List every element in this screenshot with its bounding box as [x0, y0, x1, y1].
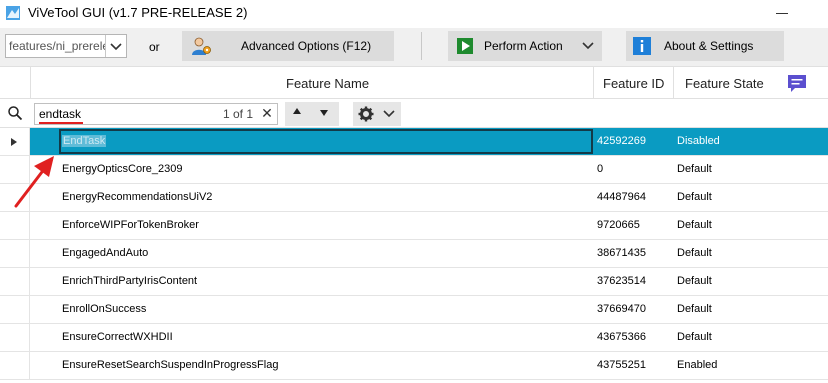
feature-id-cell[interactable]: 0 — [597, 163, 603, 175]
feature-state-cell[interactable]: Default — [677, 191, 712, 203]
search-next-button[interactable] — [320, 110, 328, 116]
feature-state-cell[interactable]: Default — [677, 247, 712, 259]
feature-name-cell[interactable]: EnergyRecommendationsUiV2 — [62, 191, 212, 203]
column-feature-id[interactable]: Feature ID — [603, 76, 664, 91]
row-header[interactable] — [0, 212, 30, 239]
chevron-down-icon[interactable] — [581, 40, 595, 52]
table-row[interactable]: EnergyOpticsCore_2309 0 Default — [0, 156, 828, 184]
feature-state-cell[interactable]: Default — [677, 163, 712, 175]
perform-action-button[interactable]: Perform Action — [448, 31, 602, 61]
feature-source-combo[interactable]: features/ni_prerele — [5, 34, 127, 58]
feature-state-cell[interactable]: Default — [677, 331, 712, 343]
annotation-underline — [39, 122, 83, 124]
or-label: or — [149, 40, 160, 54]
table-row[interactable]: EnergyRecommendationsUiV2 44487964 Default — [0, 184, 828, 212]
search-clear-button[interactable]: ✕ — [259, 105, 275, 122]
play-icon — [457, 38, 473, 54]
title-bar: ViVeTool GUI (v1.7 PRE-RELEASE 2) — [0, 0, 828, 28]
feature-name-cell[interactable]: EnforceWIPForTokenBroker — [62, 219, 199, 231]
feature-name-cell[interactable]: EnrichThirdPartyIrisContent — [62, 275, 197, 287]
search-result-count: 1 of 1 — [223, 107, 254, 121]
active-cell-outline — [59, 129, 593, 154]
advanced-options-label: Advanced Options (F12) — [241, 39, 372, 53]
search-row: endtask 1 of 1 ✕ — [0, 99, 828, 128]
vivetool-app-icon — [6, 6, 20, 20]
comment-icon[interactable] — [787, 74, 807, 94]
feature-source-dropdown-button[interactable] — [105, 35, 126, 57]
table-row[interactable]: EnsureResetSearchSuspendInProgressFlag 43… — [0, 352, 828, 380]
feature-id-cell[interactable]: 43755251 — [597, 359, 646, 371]
search-nav-buttons — [285, 102, 339, 126]
feature-state-cell[interactable]: Default — [677, 219, 712, 231]
row-header[interactable] — [0, 240, 30, 267]
user-gear-icon — [192, 37, 211, 55]
row-header[interactable] — [0, 268, 30, 295]
perform-action-label: Perform Action — [484, 39, 563, 53]
feature-name-cell[interactable]: EnsureResetSearchSuspendInProgressFlag — [62, 359, 278, 371]
table-row[interactable]: EnrollOnSuccess 37669470 Default — [0, 296, 828, 324]
chevron-down-icon — [110, 43, 122, 51]
row-header[interactable] — [0, 324, 30, 351]
feature-state-cell[interactable]: Disabled — [677, 135, 720, 147]
feature-id-cell[interactable]: 43675366 — [597, 331, 646, 343]
feature-name-cell[interactable]: EnergyOpticsCore_2309 — [62, 163, 182, 175]
feature-id-cell[interactable]: 9720665 — [597, 219, 640, 231]
toolbar-separator — [421, 32, 422, 60]
row-header[interactable] — [0, 296, 30, 323]
feature-name-cell[interactable]: EndTask — [62, 135, 107, 147]
search-previous-button[interactable] — [293, 108, 301, 114]
feature-state-cell[interactable]: Default — [677, 303, 712, 315]
feature-id-cell[interactable]: 42592269 — [597, 135, 646, 147]
table-row[interactable]: EnforceWIPForTokenBroker 9720665 Default — [0, 212, 828, 240]
search-input[interactable]: endtask 1 of 1 ✕ — [34, 103, 278, 125]
header-divider — [673, 67, 674, 100]
current-row-icon — [11, 138, 17, 146]
feature-id-cell[interactable]: 38671435 — [597, 247, 646, 259]
feature-name-cell[interactable]: EnrollOnSuccess — [62, 303, 146, 315]
about-settings-button[interactable]: About & Settings — [626, 31, 784, 61]
feature-name-cell[interactable]: EnsureCorrectWXHDII — [62, 331, 173, 343]
table-row[interactable]: EngagedAndAuto 38671435 Default — [0, 240, 828, 268]
search-query: endtask — [39, 107, 82, 121]
advanced-options-button[interactable]: Advanced Options (F12) — [182, 31, 394, 61]
feature-rows: EndTask 42592269 Disabled EnergyOpticsCore_… — [0, 128, 828, 380]
feature-source-value: features/ni_prerele — [9, 39, 106, 53]
feature-name-cell[interactable]: EngagedAndAuto — [62, 247, 148, 259]
row-header[interactable] — [0, 156, 30, 183]
table-row[interactable]: EnsureCorrectWXHDII 43675366 Default — [0, 324, 828, 352]
gear-icon — [358, 106, 374, 122]
about-settings-label: About & Settings — [664, 39, 754, 53]
feature-id-cell[interactable]: 44487964 — [597, 191, 646, 203]
header-divider — [30, 67, 31, 100]
feature-state-cell[interactable]: Enabled — [677, 359, 717, 371]
grid-header: Feature Name Feature ID Feature State — [0, 66, 828, 100]
table-row[interactable]: EnrichThirdPartyIrisContent 37623514 Defau… — [0, 268, 828, 296]
feature-grid: Feature Name Feature ID Feature State en… — [0, 66, 828, 383]
info-icon — [633, 37, 651, 55]
search-settings-button[interactable] — [353, 102, 401, 126]
feature-id-cell[interactable]: 37669470 — [597, 303, 646, 315]
search-icon — [8, 106, 23, 121]
window-title: ViVeTool GUI (v1.7 PRE-RELEASE 2) — [28, 5, 248, 20]
table-row[interactable]: EndTask 42592269 Disabled — [0, 128, 828, 156]
feature-state-cell[interactable]: Default — [677, 275, 712, 287]
toolbar: features/ni_prerele or Advanced Options … — [0, 28, 828, 66]
feature-id-cell[interactable]: 37623514 — [597, 275, 646, 287]
column-feature-state[interactable]: Feature State — [685, 76, 764, 91]
minimize-button[interactable] — [776, 13, 788, 14]
row-header[interactable] — [0, 128, 30, 155]
row-header[interactable] — [0, 352, 30, 379]
column-feature-name[interactable]: Feature Name — [286, 76, 369, 91]
header-divider — [593, 67, 594, 100]
chevron-down-icon — [383, 110, 395, 118]
row-header[interactable] — [0, 184, 30, 211]
